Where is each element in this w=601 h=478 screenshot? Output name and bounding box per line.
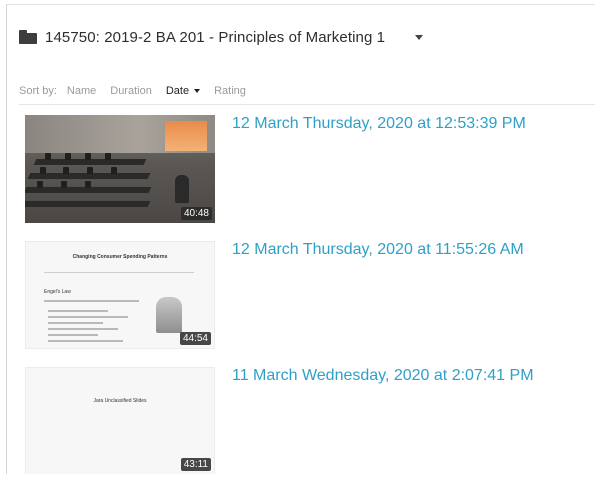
folder-selector[interactable]: 145750: 2019-2 BA 201 - Principles of Ma… <box>19 25 424 49</box>
session-thumbnail[interactable]: Changing Consumer Spending Patterns Enge… <box>25 241 215 349</box>
sort-date-label: Date <box>165 85 190 97</box>
folder-title: 145750: 2019-2 BA 201 - Principles of Ma… <box>45 28 386 46</box>
slide-title: Changing Consumer Spending Patterns <box>72 254 168 260</box>
sort-label: Sort by: <box>19 85 57 97</box>
sort-by-name[interactable]: Name <box>67 85 96 97</box>
duration-badge: 44:54 <box>179 332 211 345</box>
chevron-down-icon[interactable] <box>415 34 424 40</box>
folder-icon <box>19 30 37 44</box>
slide-title: Jara Unclassified Slides <box>93 398 147 404</box>
divider <box>19 104 595 105</box>
session-date-link[interactable]: 12 March Thursday, 2020 at 11:55:26 AM <box>232 241 524 259</box>
slide-heading: Engel's Law <box>44 289 71 295</box>
session-date-link[interactable]: 12 March Thursday, 2020 at 12:53:39 PM <box>232 115 526 133</box>
session-thumbnail[interactable]: 40:48 <box>25 115 215 223</box>
sort-caret-icon <box>194 89 201 93</box>
duration-badge: 43:11 <box>180 458 211 471</box>
sort-by-rating[interactable]: Rating <box>214 85 246 97</box>
recordings-panel: 145750: 2019-2 BA 201 - Principles of Ma… <box>6 4 595 474</box>
sort-by-date[interactable]: Date <box>165 85 201 97</box>
portrait-image <box>156 297 182 333</box>
duration-badge: 40:48 <box>180 207 212 220</box>
session-thumbnail[interactable]: Jara Unclassified Slides 43:11 <box>25 367 215 474</box>
sort-by-duration[interactable]: Duration <box>110 85 152 97</box>
sort-bar: Sort by: Name Duration Date Rating <box>19 81 260 101</box>
session-date-link[interactable]: 11 March Wednesday, 2020 at 2:07:41 PM <box>232 367 534 385</box>
